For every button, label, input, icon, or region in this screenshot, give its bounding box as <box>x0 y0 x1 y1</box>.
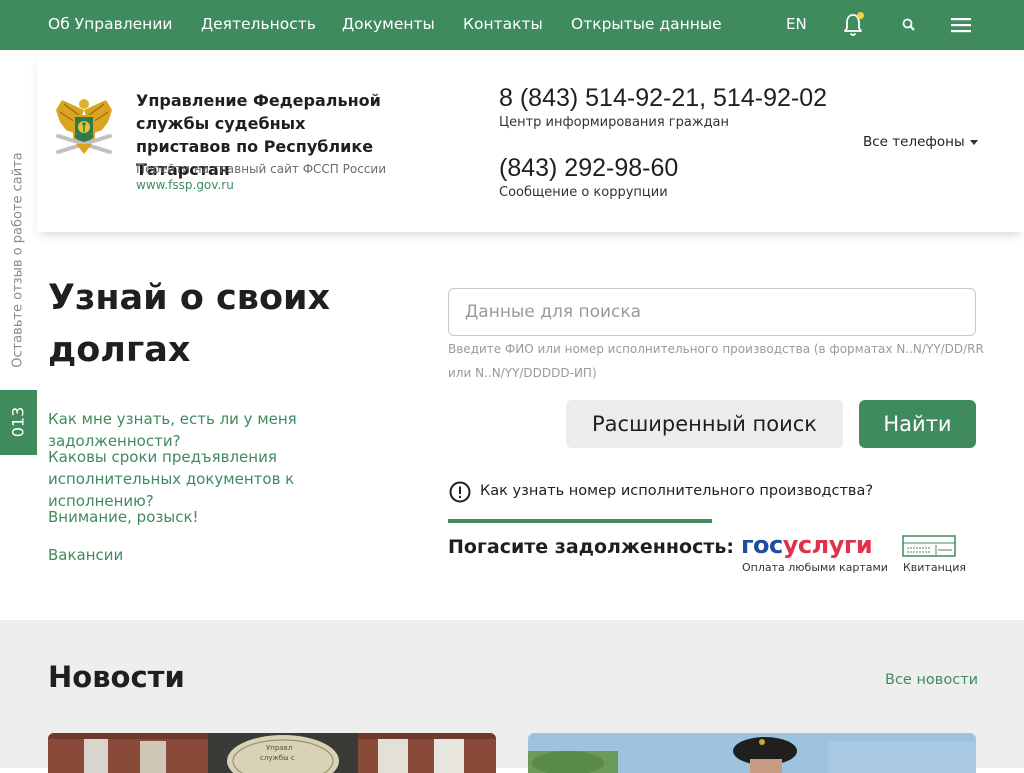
gosuslugi-logo[interactable]: госуслуги <box>741 531 873 559</box>
advanced-search-button[interactable]: Расширенный поиск <box>566 400 843 448</box>
caret-down-icon <box>969 139 978 145</box>
search-hint: Введите ФИО или номер исполнительного пр… <box>448 342 984 380</box>
pay-label: Погасите задолженность: <box>448 536 734 558</box>
all-phones-dropdown[interactable]: Все телефоны <box>863 134 978 150</box>
all-phones-label: Все телефоны <box>863 134 965 150</box>
news-image-officer[interactable] <box>528 733 976 773</box>
phone-citizens-center[interactable]: 8 (843) 514-92-21, 514-92-02 <box>499 84 827 113</box>
gosuslugi-logo-part2: услуги <box>782 531 873 559</box>
faq-link-wanted[interactable]: Внимание, розыск! <box>48 506 428 528</box>
gosuslugi-caption: Оплата любыми картами <box>742 561 888 574</box>
top-navigation: Об Управлении Деятельность Документы Кон… <box>0 0 1024 50</box>
exclamation-icon <box>449 481 471 503</box>
faq-link-vacancies[interactable]: Вакансии <box>48 544 428 566</box>
language-switch[interactable]: EN <box>786 15 807 33</box>
svg-text:службы с: службы с <box>260 754 295 762</box>
main-site-caption: Перейти на главный сайт ФССП России <box>136 162 387 176</box>
search-input[interactable] <box>448 288 976 336</box>
hamburger-menu-icon[interactable] <box>951 16 971 34</box>
debt-heading: Узнай о своих долгах <box>48 278 331 370</box>
nav-item-documents[interactable]: Документы <box>342 15 435 33</box>
tab-013[interactable]: 013 <box>0 390 37 455</box>
nav-item-about[interactable]: Об Управлении <box>48 15 172 33</box>
faq-link-terms[interactable]: Каковы сроки предъявления исполнительных… <box>48 446 398 512</box>
notification-dot <box>857 12 864 19</box>
case-number-help-link[interactable]: Как узнать номер исполнительного произво… <box>480 483 873 499</box>
news-image-building[interactable]: Управл службы с <box>48 733 496 773</box>
receipt-caption: Квитанция <box>903 561 967 574</box>
pay-divider <box>448 519 712 523</box>
nav-item-activity[interactable]: Деятельность <box>201 15 316 33</box>
nav-item-contacts[interactable]: Контакты <box>463 15 543 33</box>
svg-text:Управл: Управл <box>266 744 292 752</box>
tab-013-label: 013 <box>8 406 28 438</box>
nav-item-open-data[interactable]: Открытые данные <box>571 15 722 33</box>
receipt-icon[interactable] <box>902 535 956 557</box>
phone-corruption[interactable]: (843) 292-98-60 <box>499 154 678 183</box>
fssp-emblem-logo[interactable] <box>52 94 116 164</box>
search-icon[interactable] <box>900 16 918 34</box>
gosuslugi-logo-part1: гос <box>741 531 783 559</box>
feedback-tab[interactable]: Оставьте отзыв о работе сайта <box>11 152 26 368</box>
all-news-link[interactable]: Все новости <box>885 672 978 688</box>
phone-corruption-label: Сообщение о коррупции <box>499 185 668 200</box>
find-button[interactable]: Найти <box>859 400 976 448</box>
main-site-link[interactable]: www.fssp.gov.ru <box>136 178 234 192</box>
news-heading: Новости <box>48 660 185 694</box>
phone-citizens-center-label: Центр информирования граждан <box>499 115 730 130</box>
